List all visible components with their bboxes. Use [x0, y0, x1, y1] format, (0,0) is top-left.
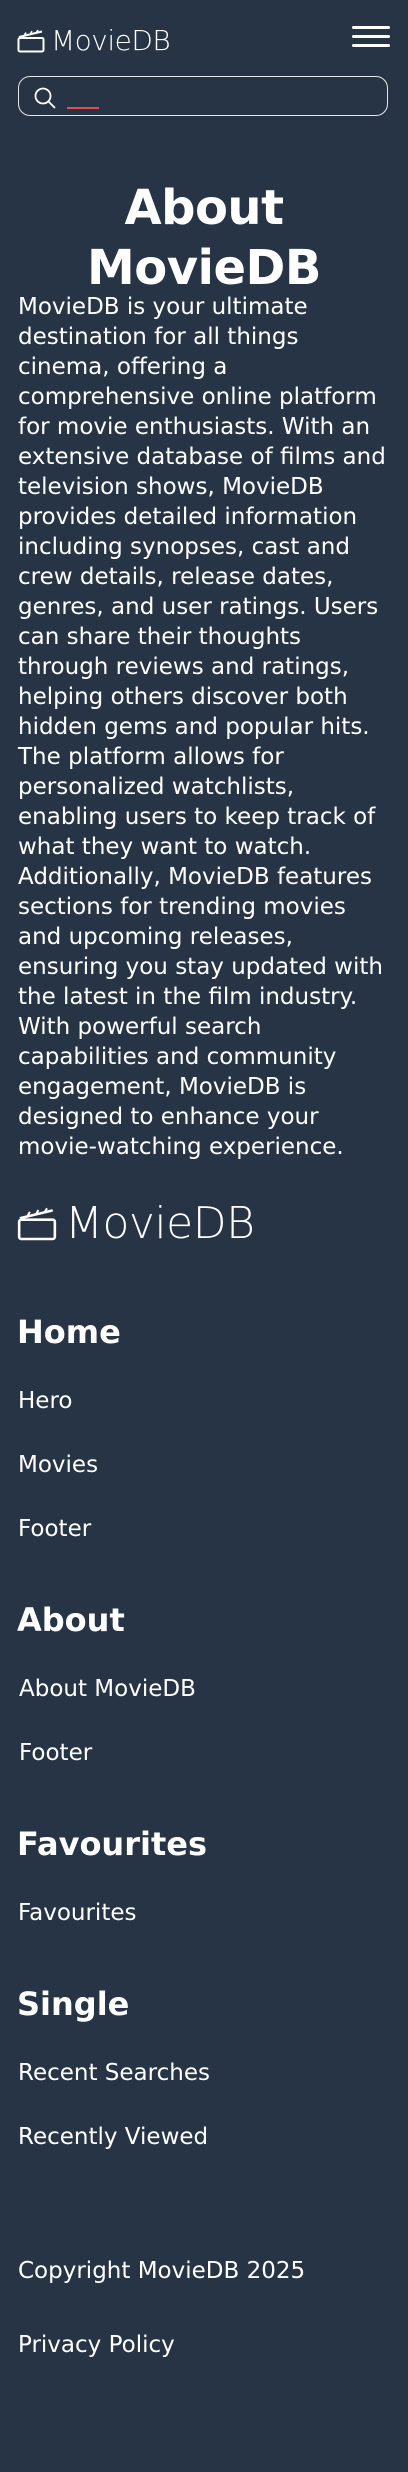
footer-link-footer-about[interactable]: Footer	[19, 1738, 92, 1768]
clapperboard-icon	[17, 29, 45, 53]
footer-link-footer[interactable]: Footer	[18, 1514, 91, 1544]
footer-heading-favourites: Favourites	[17, 1825, 207, 1863]
clapperboard-icon	[17, 1207, 57, 1241]
search-bar[interactable]	[18, 76, 388, 116]
menu-button[interactable]	[352, 26, 390, 54]
footer-heading-single: Single	[17, 1985, 130, 2023]
footer-link-hero[interactable]: Hero	[18, 1386, 72, 1416]
brand-logo[interactable]: MovieDB	[17, 24, 171, 57]
copyright-text: Copyright MovieDB 2025	[18, 2258, 306, 2284]
hamburger-icon	[352, 26, 390, 29]
brand-name: MovieDB	[51, 24, 171, 57]
footer-link-favourites[interactable]: Favourites	[18, 1898, 136, 1928]
footer-link-movies[interactable]: Movies	[18, 1450, 98, 1480]
search-icon[interactable]	[33, 86, 57, 110]
footer-link-recently-viewed[interactable]: Recently Viewed	[18, 2122, 208, 2152]
page-title: About MovieDB	[87, 180, 321, 296]
site-header: MovieDB	[0, 0, 408, 120]
about-description: MovieDB is your ultimate destination for…	[18, 294, 386, 1160]
footer-link-about-moviedb[interactable]: About MovieDB	[19, 1674, 196, 1704]
privacy-policy-link[interactable]: Privacy Policy	[18, 2330, 175, 2360]
footer-brand-name: MovieDB	[65, 1198, 255, 1249]
footer-heading-home: Home	[17, 1313, 121, 1351]
input-underline	[67, 107, 99, 109]
footer-link-recent-searches[interactable]: Recent Searches	[18, 2058, 210, 2088]
search-input[interactable]	[65, 83, 369, 111]
footer-brand-logo[interactable]: MovieDB	[17, 1198, 255, 1249]
footer-heading-about: About	[17, 1601, 125, 1639]
